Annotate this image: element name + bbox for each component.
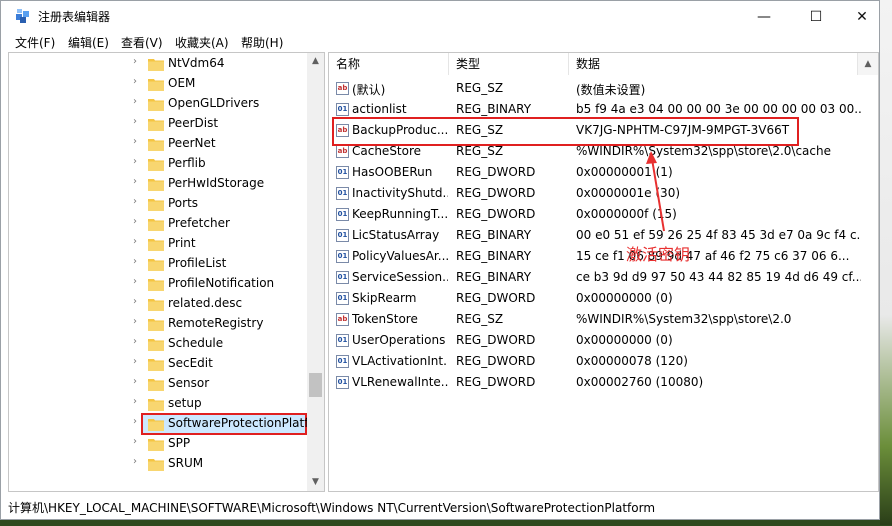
status-bar-path: 计算机\HKEY_LOCAL_MACHINE\SOFTWARE\Microsof… (8, 501, 656, 515)
annotation-arrow (646, 151, 665, 232)
activation-key-annotation: 激活密钥 (626, 245, 691, 264)
registry-editor-window: 注册表编辑器 — ☐ ✕ 文件(F) 编辑(E) 查看(V) 收藏夹(A) 帮助… (0, 0, 880, 520)
